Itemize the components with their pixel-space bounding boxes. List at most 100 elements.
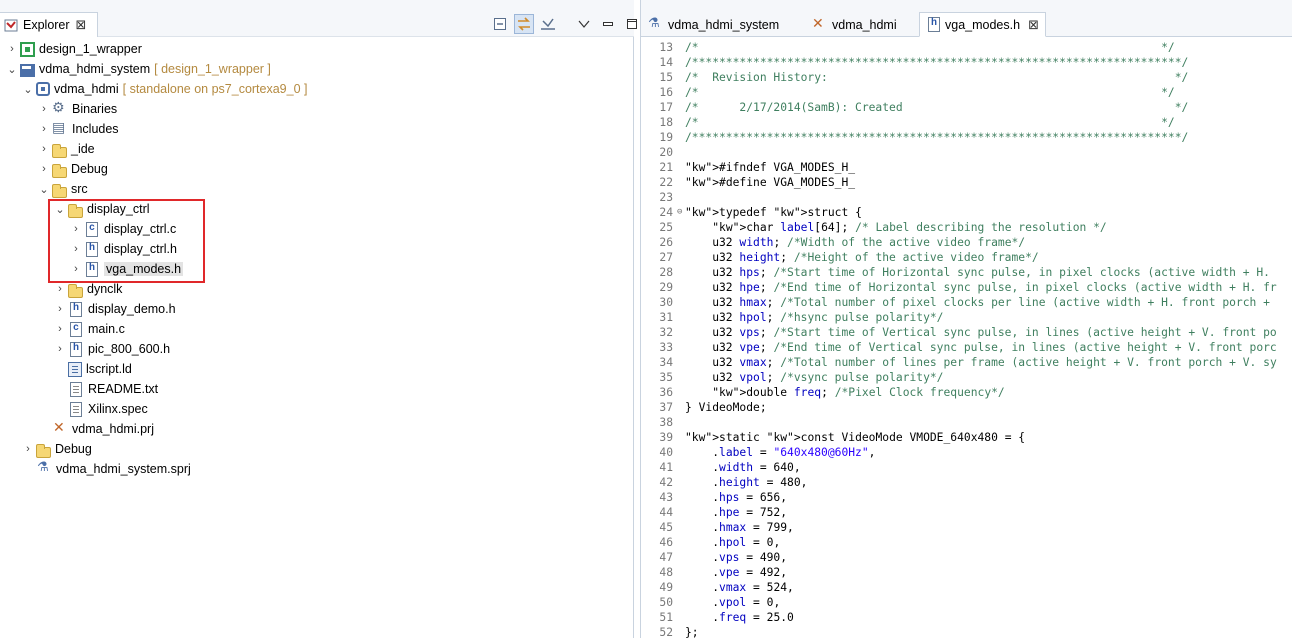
- fold-gutter: [677, 130, 685, 145]
- code-text: "kw">static "kw">const VideoMode VMODE_6…: [685, 431, 1026, 444]
- code-line: 33 u32 vpe; /*End time of Vertical sync …: [641, 340, 1292, 355]
- line-number: 21: [659, 161, 673, 174]
- chevron-right-icon[interactable]: ›: [52, 319, 68, 339]
- code-line: 20: [641, 145, 1292, 160]
- chevron-right-icon[interactable]: ›: [52, 339, 68, 359]
- code-editor[interactable]: 13 /* */ 14 /******************************…: [641, 40, 1292, 638]
- code-line: 42 .height = 480,: [641, 475, 1292, 490]
- code-line: 15 /* Revision History: */: [641, 70, 1292, 85]
- chevron-down-icon[interactable]: ⌄: [36, 179, 52, 199]
- fold-gutter: [677, 310, 685, 325]
- maximize-icon[interactable]: [622, 14, 642, 34]
- tree-item[interactable]: › Includes: [36, 119, 118, 139]
- h-file-icon: [70, 341, 82, 357]
- code-text: /* */: [685, 41, 1175, 54]
- line-number: 36: [659, 386, 673, 399]
- chevron-right-icon[interactable]: ›: [36, 119, 52, 139]
- code-text: .vpe = 492,: [685, 566, 788, 579]
- chevron-right-icon[interactable]: ›: [4, 39, 20, 59]
- line-number: 47: [659, 551, 673, 564]
- tree-item-label: display_demo.h: [88, 302, 176, 316]
- fold-gutter: [677, 490, 685, 505]
- chevron-right-icon[interactable]: ›: [20, 439, 36, 459]
- fold-gutter: [677, 235, 685, 250]
- fold-gutter: [677, 625, 685, 638]
- tree-item[interactable]: › _ide: [36, 139, 95, 159]
- tree-item[interactable]: vdma_hdmi_system.sprj: [20, 459, 191, 479]
- chevron-right-icon[interactable]: ›: [36, 99, 52, 119]
- tree-item[interactable]: ⌄ vdma_hdmi_system[ design_1_wrapper ]: [4, 59, 271, 79]
- fold-gutter: [677, 535, 685, 550]
- tree-item-decoration: [ standalone on ps7_cortexa9_0 ]: [122, 82, 308, 96]
- code-text: u32 vpol; /*vsync pulse polarity*/: [685, 371, 944, 384]
- fold-gutter: [677, 115, 685, 130]
- code-text: u32 vmax; /*Total number of lines per fr…: [685, 356, 1277, 369]
- minimize-icon[interactable]: [598, 14, 618, 34]
- tree-item[interactable]: ⌄ src: [36, 179, 88, 199]
- view-menu-icon[interactable]: [574, 14, 594, 34]
- chevron-down-icon[interactable]: ⌄: [4, 59, 20, 79]
- line-number: 39: [659, 431, 673, 444]
- folder-icon: [68, 283, 83, 298]
- tree-item-label: vdma_hdmi_system.sprj: [56, 462, 191, 476]
- app-project-icon: [36, 82, 50, 96]
- line-number: 14: [659, 56, 673, 69]
- chevron-right-icon[interactable]: ›: [52, 299, 68, 319]
- tree-item-label: lscript.ld: [86, 362, 132, 376]
- tab-vdma-hdmi[interactable]: vdma_hdmi: [805, 12, 903, 37]
- tree-item[interactable]: Xilinx.spec: [52, 399, 148, 419]
- code-line: 32 u32 vps; /*Start time of Vertical syn…: [641, 325, 1292, 340]
- code-text: .vmax = 524,: [685, 581, 794, 594]
- tree-item-label: vdma_hdmi.prj: [72, 422, 154, 436]
- tree-item-decoration: [ design_1_wrapper ]: [154, 62, 271, 76]
- fold-gutter: [677, 475, 685, 490]
- tab-vdma-hdmi-system[interactable]: vdma_hdmi_system: [641, 12, 785, 37]
- fold-gutter: [677, 40, 685, 55]
- code-line: 13 /* */: [641, 40, 1292, 55]
- fold-gutter: [677, 145, 685, 160]
- chevron-right-icon[interactable]: ›: [36, 159, 52, 179]
- line-number: 24: [659, 206, 673, 219]
- line-number: 28: [659, 266, 673, 279]
- includes-icon: [52, 119, 68, 137]
- tree-item[interactable]: › main.c: [52, 319, 125, 339]
- filter-icon[interactable]: [538, 14, 558, 34]
- code-text: u32 hps; /*Start time of Horizontal sync…: [685, 266, 1270, 279]
- explorer-panel: Explorer ⊠ › design_1_wrapper ⌄ vdma_hdm…: [0, 0, 637, 638]
- tree-item[interactable]: › pic_800_600.h: [52, 339, 170, 359]
- code-text: u32 width; /*Width of the active video f…: [685, 236, 1026, 249]
- tree-item[interactable]: › Debug: [36, 159, 108, 179]
- fold-gutter: [677, 100, 685, 115]
- fold-toggle-icon[interactable]: ⊖: [677, 205, 685, 220]
- tree-item[interactable]: ⌄ vdma_hdmi[ standalone on ps7_cortexa9_0…: [20, 79, 307, 99]
- line-number: 52: [659, 626, 673, 638]
- fold-gutter: [677, 55, 685, 70]
- code-line: 39 "kw">static "kw">const VideoMode VMODE…: [641, 430, 1292, 445]
- tab-vga-modes-h[interactable]: vga_modes.h ⊠: [919, 12, 1046, 37]
- tree-item[interactable]: › design_1_wrapper: [4, 39, 142, 59]
- fold-gutter: [677, 430, 685, 445]
- fold-gutter: [677, 460, 685, 475]
- tree-item[interactable]: › Debug: [20, 439, 92, 459]
- binaries-icon: [52, 99, 68, 117]
- close-icon[interactable]: ⊠: [76, 17, 87, 33]
- chevron-down-icon[interactable]: ⌄: [20, 79, 36, 99]
- line-number: 34: [659, 356, 673, 369]
- tree-item[interactable]: vdma_hdmi.prj: [36, 419, 154, 439]
- tree-item[interactable]: › display_demo.h: [52, 299, 176, 319]
- close-icon[interactable]: ⊠: [1028, 17, 1039, 33]
- tree-item[interactable]: › Binaries: [36, 99, 117, 119]
- code-line: 27 u32 height; /*Height of the active vi…: [641, 250, 1292, 265]
- explorer-tab[interactable]: Explorer ⊠: [0, 12, 98, 37]
- tree-item[interactable]: README.txt: [52, 379, 158, 399]
- tree-item-label: design_1_wrapper: [39, 42, 142, 56]
- link-with-editor-icon[interactable]: [514, 14, 534, 34]
- collapse-all-icon[interactable]: [490, 14, 510, 34]
- code-text: .freq = 25.0: [685, 611, 794, 624]
- code-text: .label = "640x480@60Hz",: [685, 446, 876, 459]
- tree-item[interactable]: lscript.ld: [52, 359, 132, 379]
- chevron-right-icon[interactable]: ›: [36, 139, 52, 159]
